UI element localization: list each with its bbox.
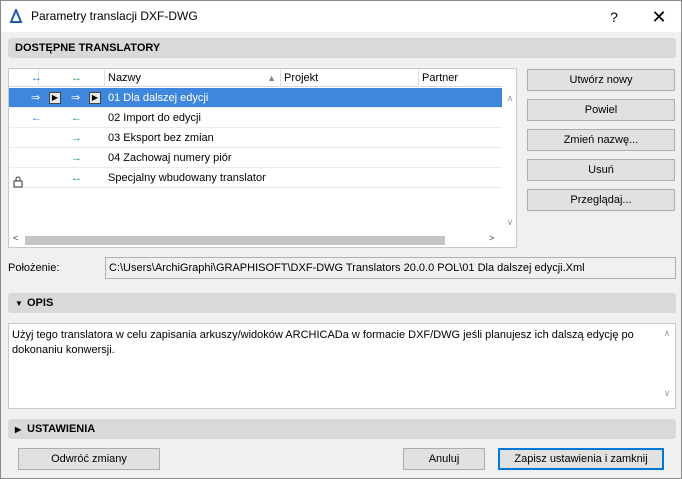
- list-header: ↔ ↔ Nazwy ▲ Projekt Partner: [9, 69, 502, 87]
- translator-name: 01 Dla dalszej edycji: [108, 92, 209, 104]
- cancel-button[interactable]: Anuluj: [403, 448, 485, 470]
- location-field: C:\Users\ArchiGraphi\GRAPHISOFT\DXF-DWG …: [105, 257, 676, 279]
- duplicate-button[interactable]: Powiel: [527, 99, 675, 121]
- export-arrow-icon: →: [71, 152, 82, 164]
- description-text: Użyj tego translatora w celu zapisania a…: [12, 329, 634, 356]
- location-label: Położenie:: [8, 262, 60, 274]
- scroll-up-icon[interactable]: ∧: [505, 93, 515, 104]
- scroll-right-icon[interactable]: >: [489, 233, 494, 243]
- close-button[interactable]: ✕: [641, 5, 677, 29]
- window-title: Parametry translacji DXF-DWG: [31, 9, 198, 23]
- translator-name: 03 Eksport bez zmian: [108, 132, 214, 144]
- name-column-header[interactable]: Nazwy ▲: [105, 69, 281, 87]
- horizontal-scrollbar[interactable]: < >: [9, 233, 503, 247]
- translator-name: Specjalny wbudowany translator: [108, 172, 266, 184]
- collapse-arrow-icon: ▼: [15, 299, 23, 308]
- export-arrow-icon: ↔: [71, 172, 82, 184]
- rename-button[interactable]: Zmień nazwę...: [527, 129, 675, 151]
- name-column-label: Nazwy: [108, 72, 142, 84]
- scroll-down-icon[interactable]: ∨: [505, 217, 515, 228]
- scroll-left-icon[interactable]: <: [13, 233, 18, 243]
- export-column-icon[interactable]: ↔: [39, 69, 105, 87]
- translator-row-builtin[interactable]: ↔ Specjalny wbudowany translator: [9, 168, 502, 188]
- description-section-title: OPIS: [27, 297, 54, 309]
- translator-name: 04 Zachowaj numery piór: [108, 152, 232, 164]
- translators-section-title: DOSTĘPNE TRANSLATORY: [15, 42, 161, 54]
- title-bar: Parametry translacji DXF-DWG ? ✕: [1, 1, 681, 32]
- translator-row-04[interactable]: → 04 Zachowaj numery piór: [9, 148, 502, 168]
- settings-section-header[interactable]: ▶ USTAWIENIA: [8, 419, 676, 439]
- create-new-button[interactable]: Utwórz nowy: [527, 69, 675, 91]
- project-column-header[interactable]: Projekt: [281, 69, 419, 87]
- export-play-icon[interactable]: ▶: [89, 88, 101, 108]
- export-arrow-icon: →: [71, 132, 82, 144]
- save-and-close-button[interactable]: Zapisz ustawienia i zamknij: [498, 448, 664, 470]
- archicad-logo-icon: [9, 9, 23, 23]
- vertical-scrollbar[interactable]: ∧ ∨: [503, 87, 517, 233]
- description-scrollbar[interactable]: ∧ ∨: [661, 326, 673, 406]
- help-button[interactable]: ?: [599, 5, 629, 29]
- expand-arrow-icon: ▶: [15, 425, 22, 434]
- import-arrow-icon: ←: [31, 112, 42, 124]
- description-section-header[interactable]: ▼ OPIS: [8, 293, 676, 313]
- export-arrow-icon: ⇒: [71, 92, 81, 104]
- revert-changes-button[interactable]: Odwróć zmiany: [18, 448, 160, 470]
- import-column-icon[interactable]: ↔: [9, 69, 42, 87]
- description-box: Użyj tego translatora w celu zapisania a…: [8, 323, 676, 409]
- lock-icon: [13, 176, 23, 188]
- translator-row-03[interactable]: → 03 Eksport bez zmian: [9, 128, 502, 148]
- browse-button[interactable]: Przeglądaj...: [527, 189, 675, 211]
- import-play-icon[interactable]: ▶: [49, 88, 61, 108]
- settings-section-title: USTAWIENIA: [27, 423, 96, 435]
- translators-list[interactable]: ↔ ↔ Nazwy ▲ Projekt Partner ⇒ ▶ ⇒ ▶ 01 D…: [8, 68, 517, 248]
- sort-ascending-icon: ▲: [267, 73, 276, 83]
- horizontal-scroll-thumb[interactable]: [25, 236, 445, 245]
- import-arrow-icon: ⇒: [31, 92, 41, 104]
- delete-button[interactable]: Usuń: [527, 159, 675, 181]
- translator-row-02[interactable]: ← ← 02 Import do edycji: [9, 108, 502, 128]
- export-arrow-icon: ←: [71, 112, 82, 124]
- translators-section-header: DOSTĘPNE TRANSLATORY: [8, 38, 676, 58]
- translator-name: 02 Import do edycji: [108, 112, 201, 124]
- dialog-window: Parametry translacji DXF-DWG ? ✕ DOSTĘPN…: [0, 0, 682, 479]
- translator-row-01[interactable]: ⇒ ▶ ⇒ ▶ 01 Dla dalszej edycji: [9, 88, 502, 108]
- partner-column-header[interactable]: Partner: [419, 69, 502, 87]
